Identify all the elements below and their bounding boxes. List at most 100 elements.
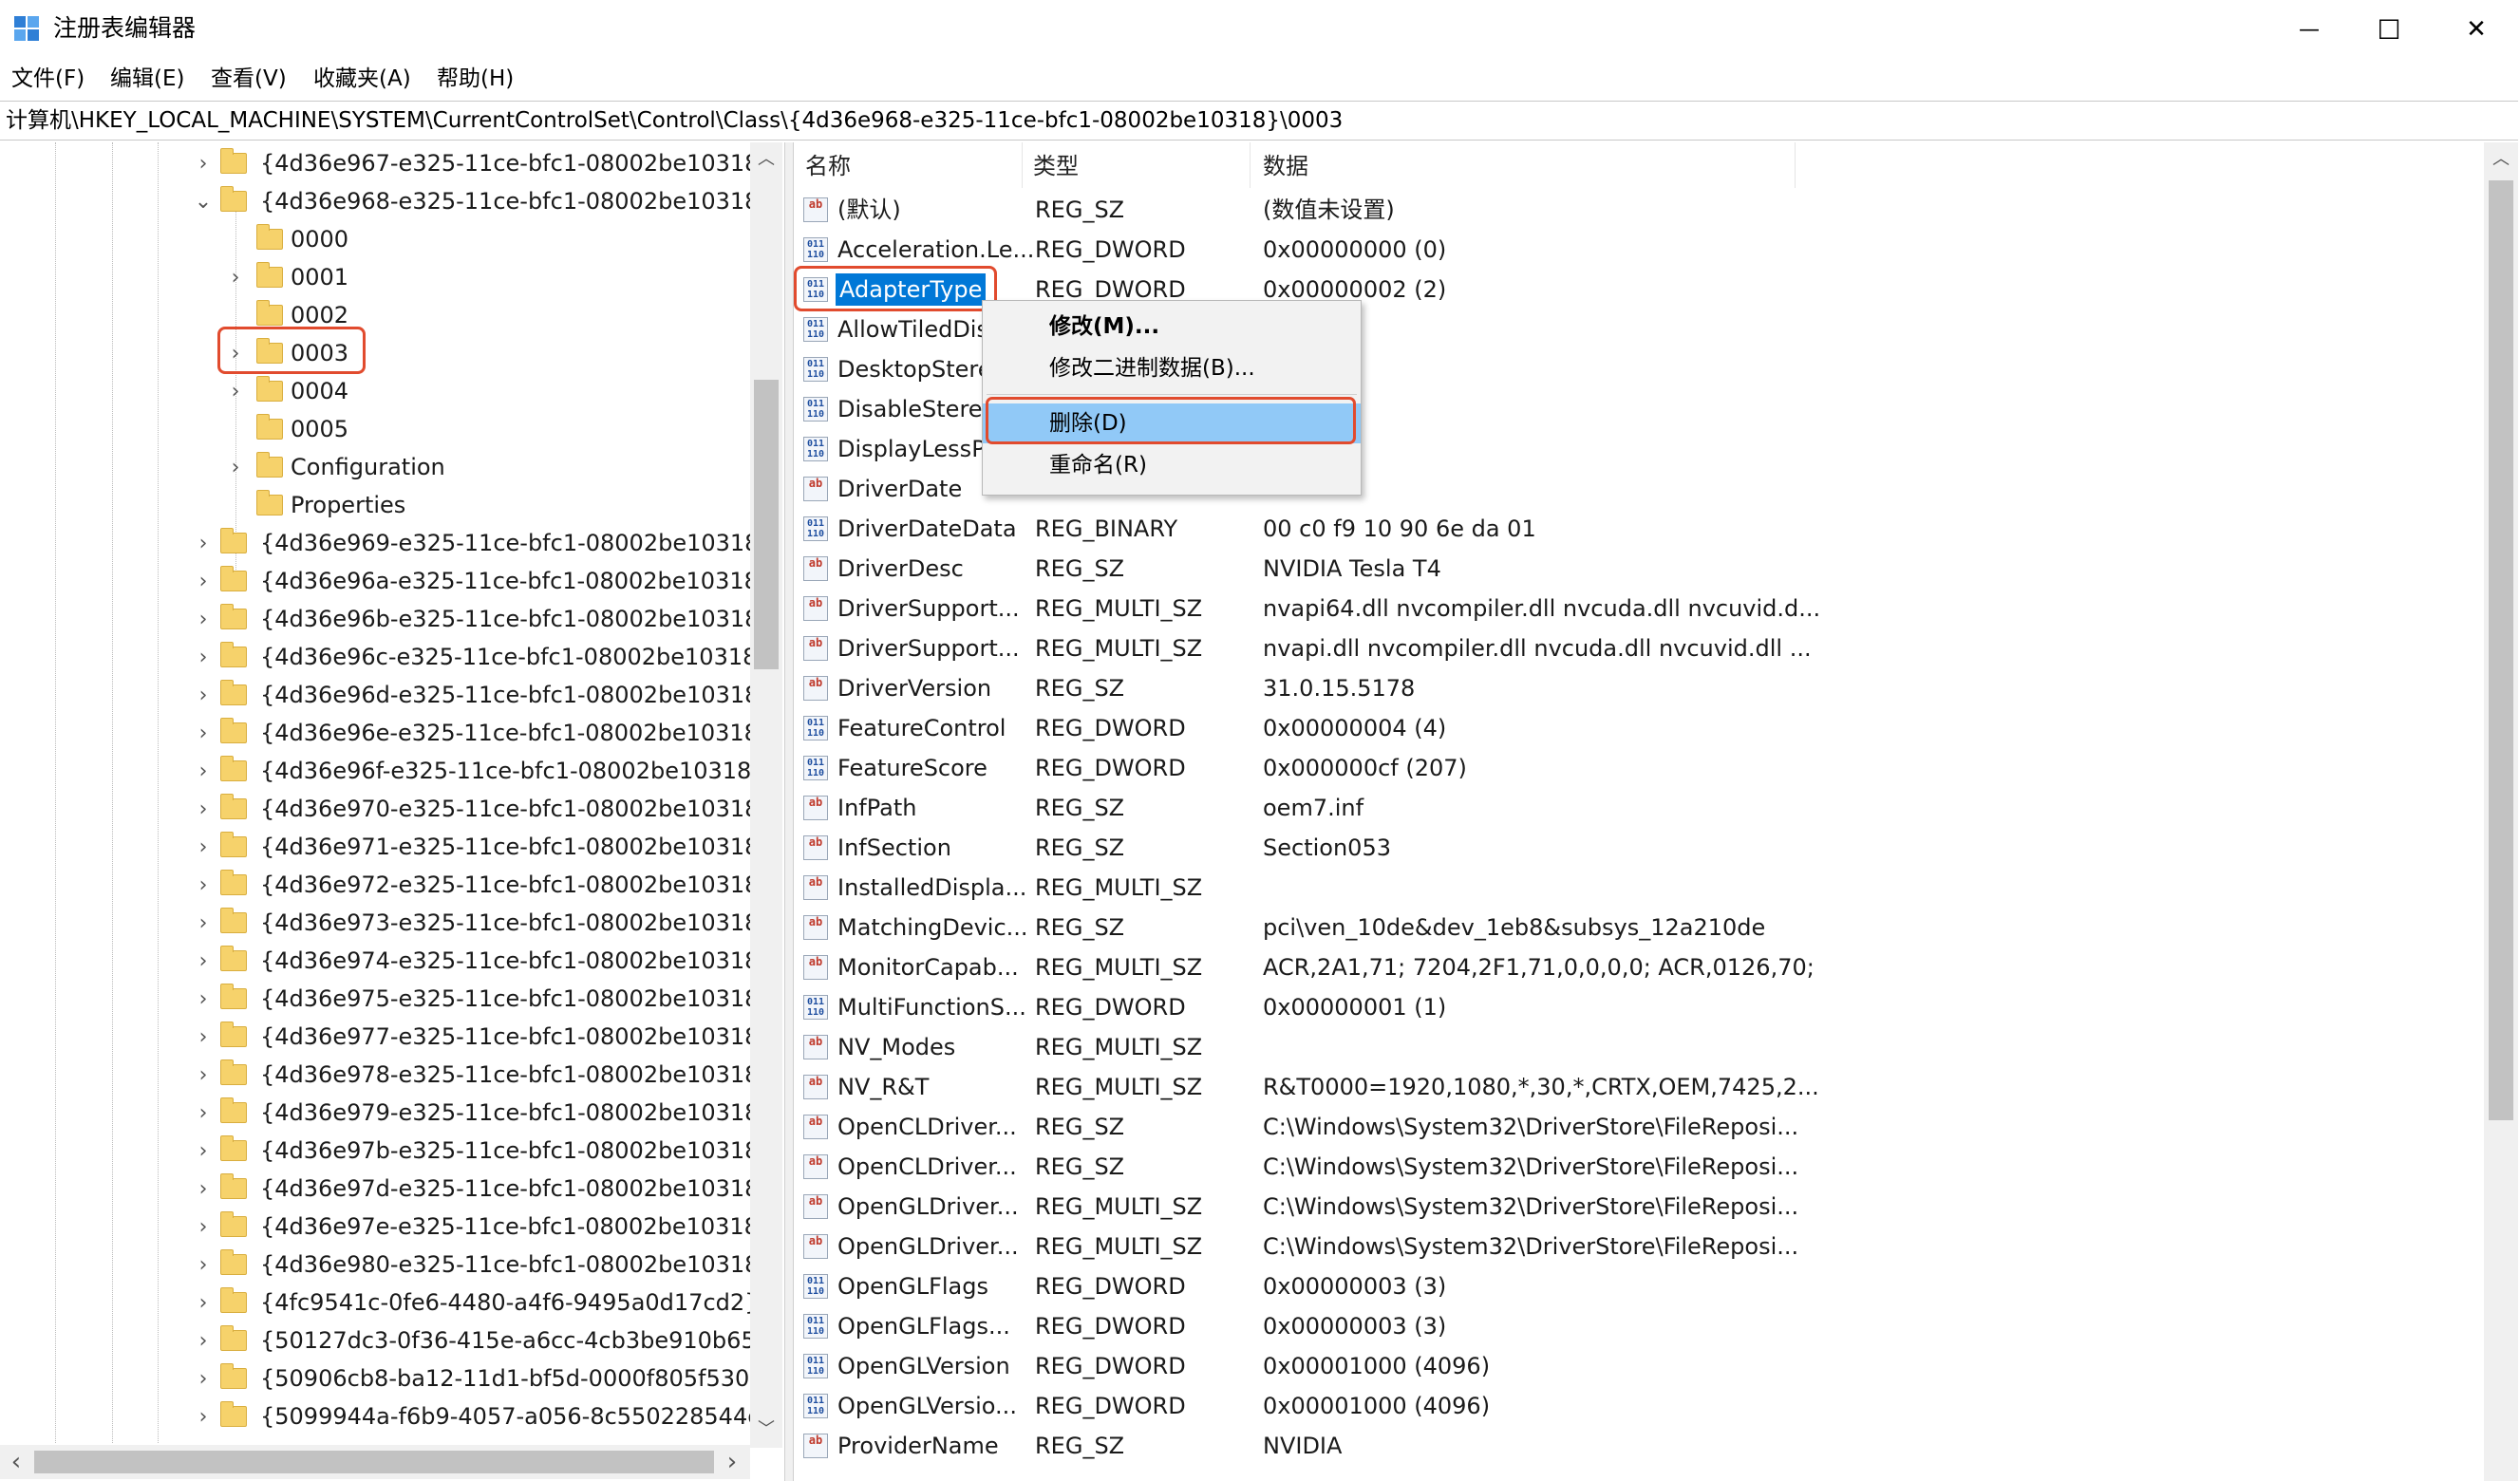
value-row[interactable]: 011 110 OpenGLVersio... REG_DWORD 0x0000100…: [794, 1386, 2484, 1426]
tree-node[interactable]: › {4d36e96b-e325-11ce-bfc1-08002be10318}: [0, 600, 774, 638]
tree-node[interactable]: › {4d36e96f-e325-11ce-bfc1-08002be10318}: [0, 752, 766, 790]
list-scroll-thumb[interactable]: [2489, 180, 2513, 1120]
value-row[interactable]: 011 110 MultiFunctionS... REG_DWORD 0x00000…: [794, 987, 2484, 1027]
menu-file[interactable]: 文件(F): [11, 63, 85, 95]
context-menu-modify-binary[interactable]: 修改二进制数据(B)...: [983, 348, 1361, 388]
tree-node[interactable]: › {4d36e97d-e325-11ce-bfc1-08002be10318}: [0, 1170, 774, 1208]
value-row[interactable]: 011 110 FeatureScore REG_DWORD 0x000000cf (…: [794, 748, 2484, 788]
chevron-right-icon[interactable]: ›: [194, 1056, 213, 1094]
tree-node[interactable]: › {4d36e970-e325-11ce-bfc1-08002be10318}: [0, 790, 774, 828]
tree-node[interactable]: › 0003: [0, 334, 750, 372]
tree-node[interactable]: › {4d36e973-e325-11ce-bfc1-08002be10318}: [0, 904, 774, 942]
menu-edit[interactable]: 编辑(E): [110, 63, 184, 95]
value-row[interactable]: ab NV_R&T REG_MULTI_SZ R&T0000=1920,1080,*,…: [794, 1067, 2484, 1107]
menu-help[interactable]: 帮助(H): [437, 63, 514, 95]
tree-node[interactable]: › {4fc9541c-0fe6-4480-a4f6-9495a0d17cd2}: [0, 1284, 759, 1322]
column-header-name[interactable]: 名称: [805, 142, 851, 190]
chevron-right-icon[interactable]: ›: [194, 1246, 213, 1284]
tree-node[interactable]: › {4d36e967-e325-11ce-bfc1-08002be10318}: [0, 144, 774, 182]
tree-node[interactable]: › {50127dc3-0f36-415e-a6cc-4cb3be910b65}: [0, 1322, 770, 1359]
tree-hscroll-thumb[interactable]: [34, 1451, 714, 1473]
tree-node[interactable]: › {4d36e96e-e325-11ce-bfc1-08002be10318}: [0, 714, 773, 752]
address-bar[interactable]: 计算机\HKEY_LOCAL_MACHINE\SYSTEM\CurrentCon…: [0, 101, 2518, 141]
tree-node[interactable]: › {4d36e97e-e325-11ce-bfc1-08002be10318}: [0, 1208, 773, 1246]
value-row[interactable]: 011 110 FeatureControl REG_DWORD 0x00000004…: [794, 708, 2484, 748]
chevron-right-icon[interactable]: ›: [194, 904, 213, 942]
tree-node[interactable]: › {4d36e972-e325-11ce-bfc1-08002be10318}: [0, 866, 774, 904]
value-row[interactable]: 011 110 OpenGLFlags... REG_DWORD 0x00000003…: [794, 1306, 2484, 1346]
value-row[interactable]: ab OpenGLDriver... REG_MULTI_SZ C:\Windows\…: [794, 1187, 2484, 1227]
value-row[interactable]: 011 110 OpenGLVersion REG_DWORD 0x00001000 …: [794, 1346, 2484, 1386]
tree-node[interactable]: › {4d36e975-e325-11ce-bfc1-08002be10318}: [0, 980, 774, 1018]
chevron-right-icon[interactable]: ›: [194, 980, 213, 1018]
column-header-data[interactable]: 数据: [1263, 142, 1308, 190]
chevron-right-icon[interactable]: ›: [194, 1322, 213, 1359]
value-row[interactable]: ab (默认) REG_SZ (数值未设置): [794, 190, 2484, 230]
tree-node[interactable]: › {4d36e969-e325-11ce-bfc1-08002be10318}: [0, 524, 774, 562]
chevron-right-icon[interactable]: ›: [194, 1170, 213, 1208]
tree-node[interactable]: Properties: [0, 486, 750, 524]
context-menu-modify[interactable]: 修改(M)...: [983, 307, 1361, 347]
maximize-button[interactable]: ☐: [2345, 0, 2433, 59]
chevron-right-icon[interactable]: [226, 220, 245, 258]
value-row[interactable]: ab MonitorCapab... REG_MULTI_SZ ACR,2A1,71;…: [794, 947, 2484, 987]
chevron-right-icon[interactable]: ›: [194, 828, 213, 866]
tree-scroll-thumb[interactable]: [754, 380, 779, 669]
chevron-right-icon[interactable]: ›: [194, 1094, 213, 1132]
value-row[interactable]: ab DriverDesc REG_SZ NVIDIA Tesla T4: [794, 549, 2484, 589]
chevron-right-icon[interactable]: ›: [194, 1284, 213, 1322]
tree-node[interactable]: › {4d36e97b-e325-11ce-bfc1-08002be10318}: [0, 1132, 774, 1170]
context-menu-rename[interactable]: 重命名(R): [983, 445, 1361, 485]
scroll-up-icon[interactable]: ︿: [2484, 142, 2518, 177]
tree-node[interactable]: › {4d36e978-e325-11ce-bfc1-08002be10318}: [0, 1056, 774, 1094]
tree-node[interactable]: 0000: [0, 220, 750, 258]
tree-node[interactable]: › {4d36e974-e325-11ce-bfc1-08002be10318}: [0, 942, 774, 980]
minimize-button[interactable]: —: [2266, 0, 2353, 59]
chevron-right-icon[interactable]: ›: [194, 1359, 213, 1397]
chevron-right-icon[interactable]: ›: [226, 448, 245, 486]
chevron-right-icon[interactable]: ›: [194, 600, 213, 638]
chevron-right-icon[interactable]: ›: [194, 524, 213, 562]
value-row[interactable]: ab InstalledDispla... REG_MULTI_SZ: [794, 868, 2484, 908]
chevron-right-icon[interactable]: ›: [194, 790, 213, 828]
tree-node[interactable]: › Configuration: [0, 448, 750, 486]
list-vertical-scrollbar[interactable]: ︿: [2484, 142, 2518, 1481]
value-row[interactable]: ab OpenCLDriver... REG_SZ C:\Windows\System…: [794, 1147, 2484, 1187]
tree-node[interactable]: 0002: [0, 296, 750, 334]
value-row[interactable]: ab InfPath REG_SZ oem7.inf: [794, 788, 2484, 828]
tree-node[interactable]: › {4d36e977-e325-11ce-bfc1-08002be10318}: [0, 1018, 774, 1056]
menu-view[interactable]: 查看(V): [211, 63, 287, 95]
chevron-right-icon[interactable]: ›: [194, 942, 213, 980]
tree-node[interactable]: › {4d36e96d-e325-11ce-bfc1-08002be10318}: [0, 676, 774, 714]
chevron-right-icon[interactable]: ›: [194, 1208, 213, 1246]
tree-node[interactable]: › {4d36e96a-e325-11ce-bfc1-08002be10318}: [0, 562, 773, 600]
value-row[interactable]: ab OpenCLDriver... REG_SZ C:\Windows\System…: [794, 1107, 2484, 1147]
value-row[interactable]: 011 110 OpenGLFlags REG_DWORD 0x00000003 (3…: [794, 1266, 2484, 1306]
tree-node[interactable]: › {4d36e96c-e325-11ce-bfc1-08002be10318}: [0, 638, 772, 676]
tree-node[interactable]: ⌄ {4d36e968-e325-11ce-bfc1-08002be10318}: [0, 182, 774, 220]
tree-vertical-scrollbar[interactable]: ︿ ﹀: [750, 142, 782, 1448]
value-row[interactable]: ab MatchingDevic... REG_SZ pci\ven_10de&dev…: [794, 908, 2484, 947]
chevron-right-icon[interactable]: ›: [226, 258, 245, 296]
value-row[interactable]: ab DriverSupport... REG_MULTI_SZ nvapi.dll …: [794, 628, 2484, 668]
chevron-right-icon[interactable]: ›: [194, 714, 213, 752]
chevron-right-icon[interactable]: ›: [194, 638, 213, 676]
chevron-right-icon[interactable]: ›: [194, 866, 213, 904]
tree-node[interactable]: › {4d36e971-e325-11ce-bfc1-08002be10318}: [0, 828, 774, 866]
tree-node[interactable]: › 0004: [0, 372, 750, 410]
chevron-right-icon[interactable]: ›: [194, 144, 213, 182]
chevron-right-icon[interactable]: ›: [194, 562, 213, 600]
tree-horizontal-scrollbar[interactable]: ‹ ›: [0, 1445, 750, 1479]
menu-favorites[interactable]: 收藏夹(A): [313, 63, 411, 95]
scroll-right-icon[interactable]: ›: [716, 1445, 748, 1479]
pane-splitter[interactable]: [784, 142, 794, 1481]
chevron-right-icon[interactable]: ›: [226, 372, 245, 410]
value-row[interactable]: 011 110 Acceleration.Le... REG_DWORD 0x0000…: [794, 230, 2484, 270]
chevron-down-icon[interactable]: ⌄: [194, 182, 213, 220]
close-button[interactable]: ✕: [2433, 0, 2520, 59]
chevron-right-icon[interactable]: ›: [194, 1397, 213, 1435]
value-row[interactable]: ab NV_Modes REG_MULTI_SZ: [794, 1027, 2484, 1067]
chevron-right-icon[interactable]: [226, 410, 245, 448]
scroll-left-icon[interactable]: ‹: [0, 1445, 32, 1479]
tree-node[interactable]: › {5099944a-f6b9-4057-a056-8c550228544c}: [0, 1397, 775, 1435]
